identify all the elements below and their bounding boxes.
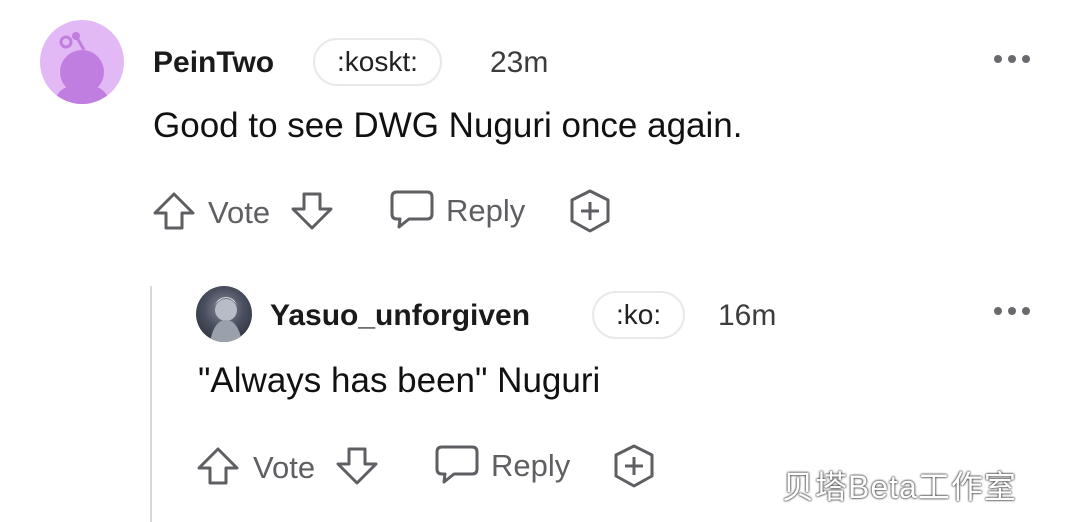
user-flair: :ko:: [592, 291, 686, 339]
reply-bubble-icon[interactable]: [434, 444, 480, 486]
user-flair: :koskt:: [313, 38, 442, 86]
award-icon[interactable]: [611, 443, 657, 489]
more-options-icon[interactable]: [992, 300, 1032, 320]
downvote-icon[interactable]: [335, 446, 379, 486]
reply-button[interactable]: Reply: [446, 192, 525, 230]
reply-bubble-icon[interactable]: [389, 189, 435, 231]
reply-button[interactable]: Reply: [491, 447, 570, 485]
avatar[interactable]: [40, 20, 124, 104]
downvote-icon[interactable]: [290, 191, 334, 231]
comment-body: Good to see DWG Nuguri once again.: [153, 106, 743, 145]
upvote-icon[interactable]: [152, 191, 196, 231]
comment-username[interactable]: PeinTwo: [153, 45, 274, 81]
award-icon[interactable]: [567, 188, 613, 234]
thread-line[interactable]: [150, 286, 152, 522]
watermark: 贝塔Beta工作室: [782, 469, 1017, 505]
comment-body: "Always has been" Nuguri: [198, 361, 601, 400]
vote-label: Vote: [253, 450, 316, 485]
vote-label: Vote: [208, 195, 271, 230]
avatar[interactable]: [196, 286, 252, 342]
comment-timestamp: 16m: [718, 299, 777, 332]
more-options-icon[interactable]: [992, 48, 1032, 68]
snoo-avatar-icon: [56, 32, 108, 104]
user-avatar-icon: [210, 297, 242, 342]
comment-timestamp: 23m: [490, 46, 549, 79]
comment-username[interactable]: Yasuo_unforgiven: [270, 298, 530, 334]
upvote-icon[interactable]: [196, 446, 240, 486]
